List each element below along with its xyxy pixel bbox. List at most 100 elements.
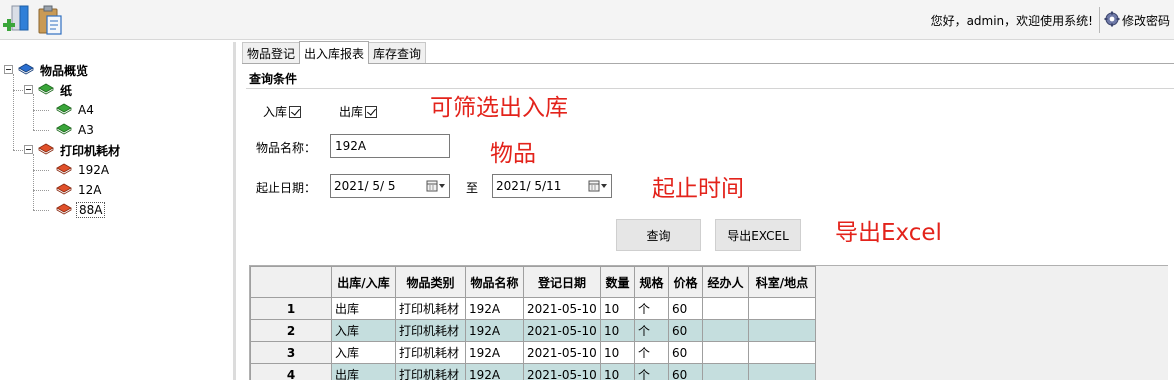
tree-connector (13, 74, 14, 150)
table-cell[interactable]: 2021-05-10 (523, 363, 601, 380)
end-date-picker[interactable]: 2021/ 5/11 (492, 174, 612, 198)
table-cell[interactable]: 60 (668, 297, 703, 320)
table-cell[interactable]: 10 (600, 341, 635, 364)
table-cell[interactable] (748, 341, 816, 364)
column-header[interactable]: 规格 (634, 266, 669, 298)
table-cell[interactable] (748, 297, 816, 320)
book-green-icon (56, 122, 72, 139)
tab-item-registration[interactable]: 物品登记 (242, 42, 301, 63)
table-cell[interactable]: 打印机耗材 (395, 363, 466, 380)
table-cell[interactable] (702, 319, 749, 342)
table-row[interactable]: 3 入库 打印机耗材 192A 2021-05-10 10 个 60 (250, 341, 816, 364)
in-checkbox-group[interactable]: 入库 (263, 103, 302, 120)
column-header[interactable]: 数量 (600, 266, 635, 298)
grid-header-row: 出库/入库 物品类别 物品名称 登记日期 数量 规格 价格 经办人 科室/地点 (250, 266, 816, 298)
table-cell[interactable]: 60 (668, 319, 703, 342)
column-header[interactable]: 出库/入库 (331, 266, 396, 298)
start-date-picker[interactable]: 2021/ 5/ 5 (330, 174, 450, 198)
row-number[interactable]: 4 (250, 363, 332, 380)
tree-leaf[interactable]: 12A (56, 181, 103, 199)
table-cell[interactable]: 192A (465, 319, 524, 342)
tree-label: A4 (78, 103, 94, 117)
tab-stock-query[interactable]: 库存查询 (368, 42, 427, 63)
tree-node-group[interactable]: 打印机耗材 (38, 141, 122, 159)
table-cell[interactable]: 2021-05-10 (523, 319, 601, 342)
toolbar-separator (1098, 7, 1100, 33)
start-date-value: 2021/ 5/ 5 (334, 179, 396, 193)
table-cell[interactable]: 打印机耗材 (395, 297, 466, 320)
table-cell[interactable] (702, 341, 749, 364)
tab-inout-report[interactable]: 出入库报表 (299, 41, 370, 64)
table-cell[interactable]: 个 (634, 363, 669, 380)
tree-connector (33, 170, 49, 171)
collapse-toggle[interactable] (24, 145, 33, 154)
table-cell[interactable]: 10 (600, 297, 635, 320)
table-cell[interactable]: 10 (600, 319, 635, 342)
table-cell[interactable]: 打印机耗材 (395, 319, 466, 342)
table-cell[interactable]: 入库 (331, 341, 396, 364)
row-number[interactable]: 1 (250, 297, 332, 320)
column-header[interactable]: 科室/地点 (748, 266, 816, 298)
in-checkbox[interactable] (289, 105, 302, 118)
row-number[interactable]: 2 (250, 319, 332, 342)
query-section-title: 查询条件 (249, 72, 298, 86)
table-cell[interactable]: 192A (465, 363, 524, 380)
table-cell[interactable]: 2021-05-10 (523, 297, 601, 320)
search-button[interactable]: 查询 (616, 219, 701, 251)
column-header[interactable]: 物品名称 (465, 266, 524, 298)
tree-connector (33, 190, 49, 191)
add-icon[interactable] (2, 4, 32, 36)
table-cell[interactable]: 个 (634, 341, 669, 364)
table-cell[interactable]: 出库 (331, 297, 396, 320)
grid-corner-cell[interactable] (250, 266, 332, 298)
column-header[interactable]: 经办人 (702, 266, 749, 298)
table-cell[interactable]: 192A (465, 297, 524, 320)
collapse-toggle[interactable] (4, 65, 13, 74)
out-checkbox-group[interactable]: 出库 (339, 103, 378, 120)
tree-leaf[interactable]: A4 (56, 101, 96, 119)
table-cell[interactable]: 192A (465, 341, 524, 364)
book-red-icon (56, 202, 72, 219)
table-cell[interactable]: 打印机耗材 (395, 341, 466, 364)
collapse-toggle[interactable] (24, 85, 33, 94)
calendar-dropdown-icon[interactable] (588, 180, 608, 192)
column-header[interactable]: 物品类别 (395, 266, 466, 298)
tree-leaf-selected[interactable]: 88A (56, 201, 106, 219)
tree-leaf[interactable]: A3 (56, 121, 96, 139)
tree-node-root[interactable]: 物品概览 (18, 61, 90, 79)
table-cell[interactable]: 个 (634, 297, 669, 320)
table-row[interactable]: 1 出库 打印机耗材 192A 2021-05-10 10 个 60 (250, 297, 816, 320)
calendar-dropdown-icon[interactable] (426, 180, 446, 192)
table-row[interactable]: 2 入库 打印机耗材 192A 2021-05-10 10 个 60 (250, 319, 816, 342)
table-cell[interactable] (702, 297, 749, 320)
tree-leaf[interactable]: 192A (56, 161, 111, 179)
item-name-input[interactable]: 192A (330, 134, 450, 158)
gear-icon (1104, 11, 1120, 30)
table-cell[interactable]: 入库 (331, 319, 396, 342)
table-row[interactable]: 4 出库 打印机耗材 192A 2021-05-10 10 个 60 (250, 363, 816, 380)
section-divider (246, 88, 1174, 89)
tree-connector (33, 210, 49, 211)
table-cell[interactable] (748, 319, 816, 342)
table-cell[interactable]: 2021-05-10 (523, 341, 601, 364)
out-checkbox[interactable] (365, 105, 378, 118)
table-cell[interactable]: 出库 (331, 363, 396, 380)
change-password-button[interactable]: 修改密码 (1104, 11, 1174, 30)
table-cell[interactable]: 60 (668, 363, 703, 380)
annotation-item: 物品 (490, 141, 536, 167)
column-header[interactable]: 价格 (668, 266, 703, 298)
table-cell[interactable]: 10 (600, 363, 635, 380)
column-header[interactable]: 登记日期 (523, 266, 601, 298)
tree-label: A3 (78, 123, 94, 137)
clipboard-icon[interactable] (36, 4, 66, 36)
table-cell[interactable]: 60 (668, 341, 703, 364)
book-red-icon (38, 142, 54, 159)
row-number[interactable]: 3 (250, 341, 332, 364)
book-red-icon (56, 182, 72, 199)
export-excel-button[interactable]: 导出EXCEL (715, 219, 801, 251)
table-cell[interactable] (748, 363, 816, 380)
table-cell[interactable] (702, 363, 749, 380)
table-cell[interactable]: 个 (634, 319, 669, 342)
annotation-date: 起止时间 (652, 176, 744, 202)
tree-node-group[interactable]: 纸 (38, 81, 74, 99)
